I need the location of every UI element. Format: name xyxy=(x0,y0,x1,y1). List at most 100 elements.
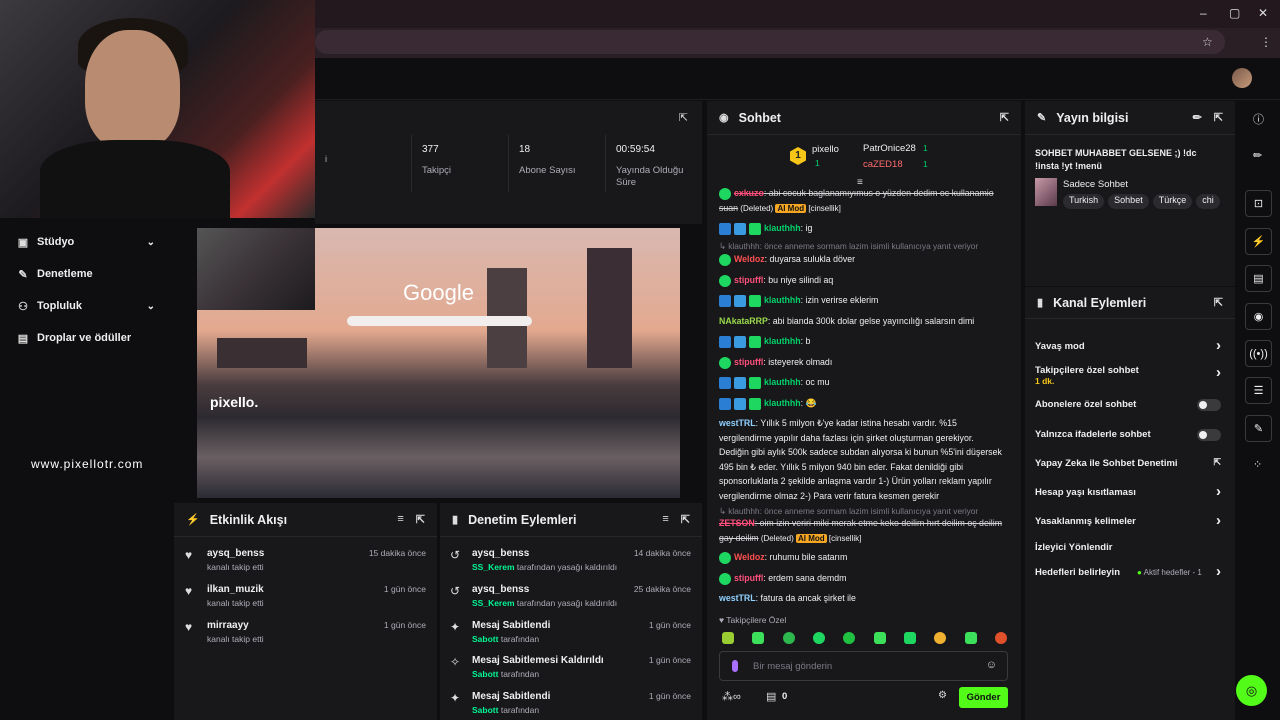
channel-action-row[interactable]: Yavaş mod › xyxy=(1035,337,1225,354)
emote-icon[interactable] xyxy=(964,632,977,644)
chat-message[interactable]: Weldoz: duyarsa sulukla döver xyxy=(719,252,1004,267)
gear-icon[interactable]: ⚙ xyxy=(938,690,947,701)
video-preview[interactable]: Google pixello. xyxy=(197,228,680,498)
channel-action-row[interactable]: Yalnızca ifadelerle sohbet xyxy=(1035,429,1225,441)
popout-icon[interactable]: ⇱ xyxy=(679,111,688,124)
edit-icon[interactable]: ✏ xyxy=(1253,149,1262,162)
tag[interactable]: chi xyxy=(1196,194,1220,209)
popout-icon[interactable]: ⇱ xyxy=(1214,296,1223,309)
chat-message[interactable]: stipuffl: bu niye silindi aq xyxy=(719,273,1004,288)
chat-message[interactable]: klauthhh: oc mu xyxy=(719,375,1004,390)
emote-icon[interactable] xyxy=(994,632,1007,644)
emote-icon[interactable] xyxy=(903,632,916,644)
bolt-icon[interactable]: ⚡ xyxy=(1245,228,1272,255)
edit-icon[interactable]: ✏ xyxy=(1193,111,1202,124)
leaderboard-second[interactable]: PatrOnice28 xyxy=(863,143,916,154)
broadcast-icon[interactable]: ((•)) xyxy=(1245,340,1272,367)
popout-icon[interactable]: ⇱ xyxy=(681,513,690,526)
channel-points-icon[interactable]: ⁂∞ xyxy=(722,690,741,703)
category-name[interactable]: Sadece Sohbet xyxy=(1063,179,1128,190)
chat-message[interactable]: klauthhh: 😂 xyxy=(719,396,1004,411)
minimize-icon[interactable]: – xyxy=(1200,6,1207,20)
chat-username[interactable]: klauthhh xyxy=(764,398,801,408)
chat-username[interactable]: klauthhh xyxy=(764,377,801,387)
focus-icon[interactable]: ⊡ xyxy=(1245,190,1272,217)
tag[interactable]: Turkish xyxy=(1063,194,1105,209)
leaderboard-first[interactable]: pixello xyxy=(812,144,839,155)
filter-icon[interactable]: ≡ xyxy=(662,513,668,526)
chat-message[interactable]: klauthhh: b xyxy=(719,334,1004,349)
chat-message[interactable]: Weldoz: ruhumu bile satarım xyxy=(719,550,1004,565)
emote-icon[interactable] xyxy=(812,632,825,644)
wrench-icon[interactable]: ✎ xyxy=(1245,415,1272,442)
chat-input[interactable]: Bir mesaj gönderin ☺ xyxy=(719,651,1008,681)
popout-icon[interactable]: ⇱ xyxy=(416,513,425,526)
chat-username[interactable]: westTRL xyxy=(719,593,756,603)
chat-icon[interactable]: ◉ xyxy=(1245,303,1272,330)
sidebar-item-studio[interactable]: ▣ Stüdyo ⌄ xyxy=(16,231,161,253)
chat-username[interactable]: klauthhh xyxy=(764,295,801,305)
activity-feed-panel: ⚡ Etkinlik Akışı ≡ ⇱ xyxy=(174,503,437,720)
chat-username[interactable]: stipuffl xyxy=(734,275,763,285)
chat-message[interactable]: stipuffl: isteyerek olmadı xyxy=(719,355,1004,370)
chat-username[interactable]: westTRL xyxy=(719,418,756,428)
chat-message[interactable]: stipuffl: erdem sana demdm xyxy=(719,571,1004,586)
channel-action-label: Abonelere özel sohbet xyxy=(1035,399,1137,410)
channel-action-row[interactable]: Hesap yaşı kısıtlaması › xyxy=(1035,483,1225,500)
channel-action-row[interactable]: Yapay Zeka ile Sohbet Denetimi ⇱ xyxy=(1035,457,1225,469)
gift-icon[interactable]: ▤ xyxy=(766,690,776,703)
avatar[interactable] xyxy=(1232,68,1252,88)
close-icon[interactable]: ✕ xyxy=(1258,6,1268,20)
filter-icon[interactable]: ≡ xyxy=(397,513,403,526)
toggle-switch[interactable] xyxy=(1197,429,1221,441)
maximize-icon[interactable]: ▢ xyxy=(1229,6,1240,20)
help-icon[interactable]: ◎ xyxy=(1236,675,1267,706)
deleted-label: (Deleted) xyxy=(738,203,776,213)
emote-icon[interactable] xyxy=(934,632,947,644)
emote-icon[interactable] xyxy=(782,632,795,644)
chat-message[interactable]: ZETSON: oim izin veriri miki merak etme … xyxy=(719,516,1004,546)
chat-message[interactable]: westTRL: fatura da ancak şirket ile xyxy=(719,591,1004,606)
chat-username[interactable]: klauthhh xyxy=(764,223,801,233)
emote-icon[interactable] xyxy=(752,632,765,644)
list-icon[interactable]: ☰ xyxy=(1245,377,1272,404)
emote-icon[interactable] xyxy=(722,632,734,644)
clipboard-icon[interactable]: ▤ xyxy=(1245,265,1272,292)
more-icon[interactable]: ⋮ xyxy=(1260,35,1272,49)
toggle-switch[interactable] xyxy=(1197,399,1221,411)
chat-message[interactable]: klauthhh: ig xyxy=(719,221,1004,236)
chat-message[interactable]: NAkataRRP: abi bianda 300k dolar gelse y… xyxy=(719,314,1004,329)
chat-message[interactable]: westTRL: Yıllık 5 milyon ₺'ye kadar isti… xyxy=(719,416,1004,503)
sidebar-item-drops[interactable]: ▤ Droplar ve ödüller xyxy=(16,327,161,349)
chat-message[interactable]: klauthhh: izin verirse eklerim xyxy=(719,293,1004,308)
leaderboard-third[interactable]: caZED18 xyxy=(863,159,903,170)
chat-username[interactable]: ZETSON xyxy=(719,518,755,528)
chat-username[interactable]: cxkuzo xyxy=(734,188,764,198)
tag[interactable]: Türkçe xyxy=(1152,194,1193,209)
chat-username[interactable]: stipuffl xyxy=(734,573,763,583)
popout-icon[interactable]: ⇱ xyxy=(1214,111,1223,124)
address-bar[interactable] xyxy=(315,30,1225,54)
channel-action-row[interactable]: Yasaklanmış kelimeler › xyxy=(1035,512,1225,529)
popout-icon[interactable]: ⇱ xyxy=(1000,111,1009,124)
star-icon[interactable]: ☆ xyxy=(1202,35,1213,49)
emoji-icon[interactable]: ☺ xyxy=(986,659,997,671)
chat-username[interactable]: klauthhh xyxy=(764,336,801,346)
channel-action-row[interactable]: Hedefleri belirleyin ● Aktif hedefler - 1… xyxy=(1035,563,1225,580)
chat-username[interactable]: Weldoz xyxy=(734,254,765,264)
sidebar-item-moderation[interactable]: ✎ Denetleme xyxy=(16,263,161,285)
chat-username[interactable]: NAkataRRP xyxy=(719,316,768,326)
send-button[interactable]: Gönder xyxy=(959,687,1008,708)
emote-icon[interactable] xyxy=(843,632,856,644)
apps-icon[interactable]: ⁘ xyxy=(1253,458,1262,471)
channel-action-row[interactable]: Abonelere özel sohbet xyxy=(1035,399,1225,411)
chat-username[interactable]: stipuffl xyxy=(734,357,763,367)
chat-username[interactable]: Weldoz xyxy=(734,552,765,562)
chat-message[interactable]: cxkuzo: abi cocuk baglanamıyımus o yüzde… xyxy=(719,186,1004,216)
channel-action-row[interactable]: Takipçilere özel sohbet 1 dk. › xyxy=(1035,364,1225,386)
info-icon[interactable]: ⓘ xyxy=(1253,111,1264,127)
emote-icon[interactable] xyxy=(873,632,886,644)
channel-action-row[interactable]: İzleyici Yönlendir xyxy=(1035,542,1225,553)
sidebar-item-community[interactable]: ⚇ Topluluk ⌄ xyxy=(16,295,161,317)
tag[interactable]: Sohbet xyxy=(1108,194,1149,209)
